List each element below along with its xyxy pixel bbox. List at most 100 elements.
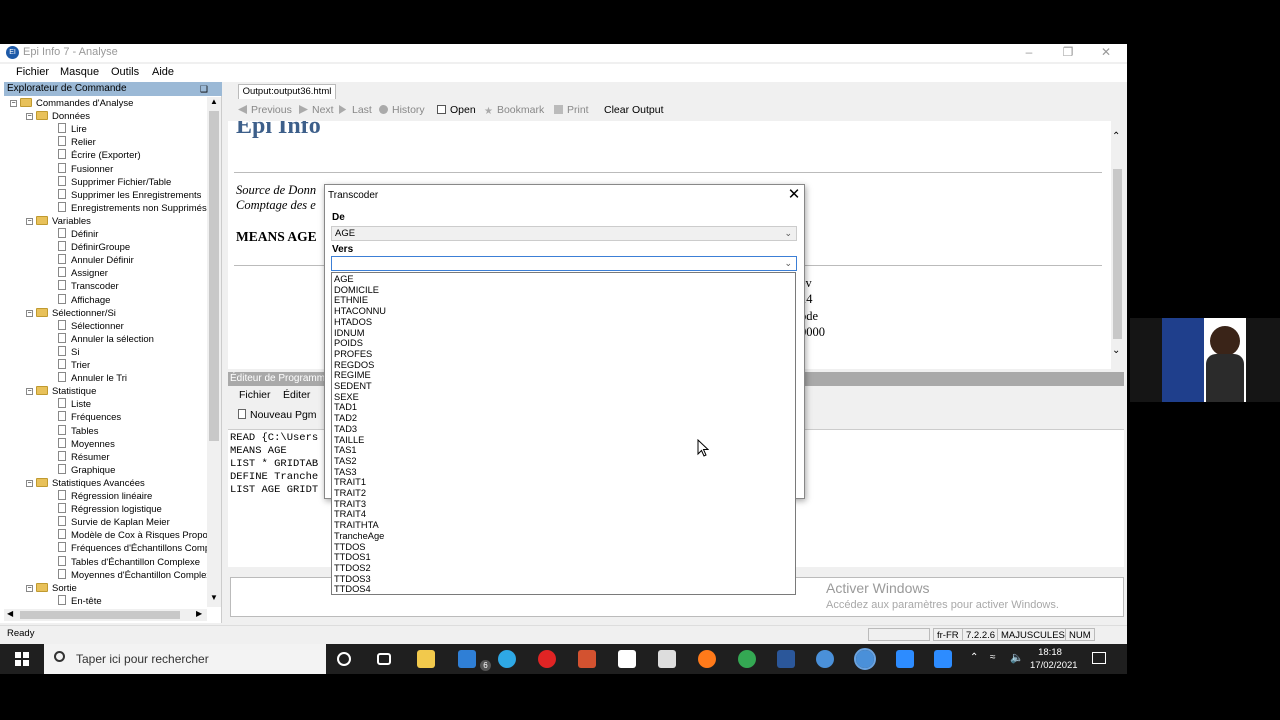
dropdown-option[interactable]: TAS1 — [334, 445, 357, 456]
dropdown-option[interactable]: TAS2 — [334, 456, 357, 467]
tree-node[interactable]: Écrire (Exporter) — [58, 149, 141, 162]
tree-node[interactable]: Résumer — [58, 450, 110, 464]
collapse-icon[interactable]: − — [26, 309, 33, 317]
tree-node[interactable]: En-tête — [58, 594, 102, 608]
pin-icon[interactable]: ❑ — [200, 82, 208, 96]
chrome-icon[interactable] — [738, 650, 756, 668]
tree-node[interactable]: Régression logistique — [58, 503, 162, 516]
tree-node[interactable]: Annuler Définir — [58, 254, 134, 267]
tree-node[interactable]: Tables d'Échantillon Complexe — [58, 555, 200, 569]
tree-node[interactable]: Si — [58, 345, 79, 359]
dropdown-option[interactable]: DOMICILE — [334, 285, 379, 296]
tree-node[interactable]: − Statistiques Avancées — [26, 477, 145, 490]
tray-chevron-icon[interactable]: ⌃ — [970, 652, 978, 663]
tree-hscroll-thumb[interactable] — [20, 611, 180, 619]
tree-node[interactable]: Fréquences d'Échantillons Comple: — [58, 542, 207, 555]
previous-button[interactable]: Previous — [238, 104, 292, 116]
tree-node[interactable]: Transcoder — [58, 280, 119, 293]
tree-node[interactable]: Supprimer les Enregistrements — [58, 188, 201, 202]
tree-node[interactable]: Modèle de Cox à Risques Proportio — [58, 529, 207, 542]
dropdown-option[interactable]: TrancheAge — [334, 531, 384, 542]
tree-node[interactable]: − Sélectionner/Si — [26, 307, 116, 320]
collapse-icon[interactable]: − — [26, 584, 33, 592]
dropdown-option[interactable]: HTACONNU — [334, 306, 386, 317]
tree-horizontal-scrollbar[interactable]: ◀ ▶ — [4, 609, 207, 621]
dropdown-option[interactable]: TTDOS4 — [334, 584, 371, 595]
close-window-button[interactable]: ✕ — [1087, 44, 1125, 62]
cortana-icon[interactable] — [337, 652, 351, 666]
history-button[interactable]: History — [379, 104, 425, 116]
new-program-button[interactable]: Nouveau Pgm — [238, 409, 317, 421]
tree-node[interactable]: Lire — [58, 123, 87, 136]
clear-output-button[interactable]: Clear Output — [604, 104, 664, 116]
tree-node[interactable]: Tables — [58, 424, 98, 438]
epi-info-icon[interactable] — [816, 650, 834, 668]
powerpoint-icon[interactable] — [578, 650, 596, 668]
store-icon[interactable] — [658, 650, 676, 668]
tree-node[interactable]: Annuler le Tri — [58, 372, 127, 385]
dialog-close-button[interactable]: ✕ — [785, 185, 803, 205]
collapse-icon[interactable]: − — [26, 479, 33, 487]
tree-scroll-thumb[interactable] — [209, 111, 219, 441]
tree-node[interactable]: Liste — [58, 398, 91, 411]
firefox-icon[interactable] — [698, 650, 716, 668]
tree-node[interactable]: − Commandes d'Analyse — [10, 97, 133, 110]
tree-node[interactable]: Définir — [58, 228, 98, 241]
output-scroll-up-icon[interactable]: ⌃ — [1112, 131, 1120, 142]
dropdown-option[interactable]: TRAIT3 — [334, 499, 366, 510]
tree-node[interactable]: Assigner — [58, 267, 108, 280]
tree-node[interactable]: Moyennes d'Échantillon Complexe — [58, 568, 207, 582]
taskbar-search-box[interactable]: Taper ici pour rechercher — [44, 644, 326, 674]
dropdown-option[interactable]: TTDOS3 — [334, 574, 371, 585]
tree-node[interactable]: Graphique — [58, 463, 115, 477]
scroll-down-icon[interactable]: ▼ — [210, 593, 218, 602]
notification-center-icon[interactable] — [1092, 652, 1106, 664]
document-icon[interactable] — [618, 650, 636, 668]
collapse-icon[interactable]: − — [10, 100, 17, 107]
collapse-icon[interactable]: − — [26, 217, 33, 225]
volume-icon[interactable]: 🔈 — [1010, 651, 1024, 664]
output-scroll-down-icon[interactable]: ⌄ — [1112, 345, 1120, 356]
word-icon[interactable] — [777, 650, 795, 668]
tree-node[interactable]: Relier — [58, 136, 96, 149]
tree-node[interactable]: Régression linéaire — [58, 490, 152, 503]
dropdown-option[interactable]: TAD3 — [334, 424, 357, 435]
tree-node[interactable]: − Variables — [26, 215, 91, 228]
collapse-icon[interactable]: − — [26, 388, 33, 396]
next-button[interactable]: Next — [299, 104, 334, 116]
tree-node[interactable]: Fusionner — [58, 162, 113, 176]
zoom-icon[interactable] — [896, 650, 914, 668]
task-view-icon[interactable] — [377, 653, 391, 665]
zoom-meetings-icon[interactable] — [934, 650, 952, 668]
open-button[interactable]: Open — [437, 104, 476, 116]
maximize-button[interactable]: ❐ — [1049, 44, 1087, 62]
tab-output[interactable]: Output:output36.html — [238, 84, 336, 99]
menu-masque[interactable]: Masque — [60, 66, 99, 78]
tree-node[interactable]: Affichage — [58, 293, 110, 307]
dropdown-option[interactable]: TRAIT2 — [334, 488, 366, 499]
tree-node[interactable]: − Statistique — [26, 385, 96, 398]
tree-node[interactable]: Moyennes — [58, 437, 115, 451]
dropdown-option[interactable]: TAD2 — [334, 413, 357, 424]
bookmark-button[interactable]: ★ Bookmark — [484, 104, 544, 117]
menu-outils[interactable]: Outils — [111, 66, 139, 78]
from-variable-select[interactable]: AGE ⌄ — [331, 226, 797, 241]
dropdown-option[interactable]: ETHNIE — [334, 295, 368, 306]
output-vertical-scrollbar[interactable]: ⌃ ⌄ — [1111, 121, 1124, 369]
dropdown-option[interactable]: TAD1 — [334, 402, 357, 413]
tree-vertical-scrollbar[interactable]: ▲ ▼ — [207, 97, 221, 607]
scroll-right-icon[interactable]: ▶ — [196, 609, 202, 618]
dropdown-option[interactable]: TTDOS — [334, 542, 366, 553]
print-button[interactable]: Print — [554, 104, 589, 116]
file-explorer-icon[interactable] — [417, 650, 435, 668]
pgm-menu-editer[interactable]: Éditer — [283, 389, 310, 401]
tree-node[interactable]: − Données — [26, 110, 90, 123]
dropdown-option[interactable]: TRAIT1 — [334, 477, 366, 488]
tree-node[interactable]: Survie de Kaplan Meier — [58, 516, 170, 529]
tree-node[interactable]: Fréquences — [58, 411, 121, 424]
menu-fichier[interactable]: Fichier — [16, 66, 49, 78]
dropdown-option[interactable]: IDNUM — [334, 328, 364, 339]
to-variable-select[interactable]: ⌄ — [331, 256, 797, 271]
dropdown-option[interactable]: TAS3 — [334, 467, 357, 478]
dropdown-option[interactable]: REGIME — [334, 370, 371, 381]
